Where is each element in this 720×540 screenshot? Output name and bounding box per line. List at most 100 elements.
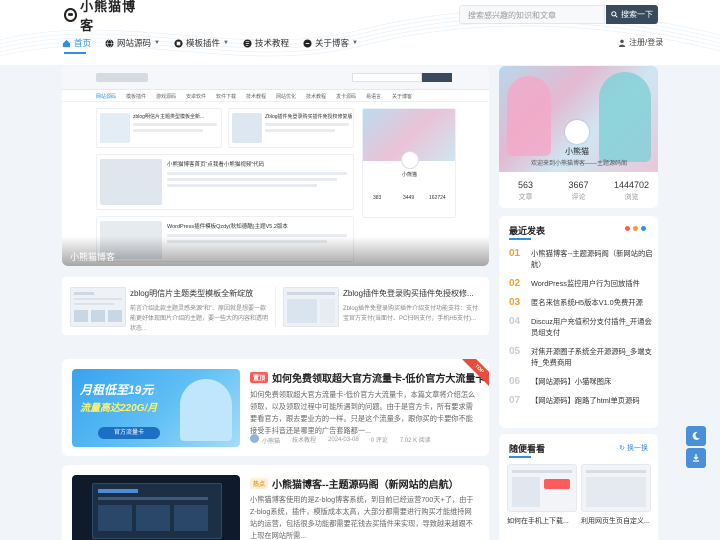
mini-card-title: zblog明信片主题类型模板全新绽放: [130, 289, 254, 298]
post-category[interactable]: 技术教程: [292, 435, 316, 444]
nav-item-about[interactable]: 关于博客 ▼: [303, 36, 358, 50]
random-thumbnail[interactable]: [507, 464, 577, 512]
list-item-number: 07: [509, 395, 521, 406]
post-tag: 置顶: [250, 372, 269, 383]
random-caption[interactable]: 如何在手机上下载...: [507, 516, 579, 526]
slider-shot-line: [133, 123, 217, 126]
random-thumbnail[interactable]: [581, 464, 651, 512]
slider-shot-nav-item: 技术教程: [246, 94, 267, 100]
stat-posts: 563 文章: [499, 180, 552, 202]
list-item[interactable]: 02 WordPress监控用户行为回放插件: [509, 278, 654, 289]
post-comments: 0 评论: [370, 438, 388, 444]
nav-label: 技术教程: [254, 38, 289, 48]
slider-shot-nav-item: 技术教程: [306, 94, 327, 100]
thumbnail-text: 月租低至19元: [80, 383, 154, 397]
panda-icon: [64, 8, 78, 22]
nav-item-source[interactable]: 网站源码 ▼: [105, 36, 160, 50]
profile-stats: 563 文章 3667 评论 1444702 浏览: [499, 180, 658, 202]
nav-label: 模板插件: [185, 38, 220, 48]
refresh-button[interactable]: ↻ 换一换: [619, 443, 648, 453]
list-item[interactable]: 03 匿名来信系统H5版本V1.0免费开源: [509, 297, 654, 308]
widget-title-underline: [509, 238, 531, 240]
stat-value: 3667: [568, 180, 589, 190]
featured-slider[interactable]: 网站源码 模板插件 游戏源码 安卓软件 软件下载 技术教程 网站优化 技术教程 …: [62, 66, 489, 266]
list-item[interactable]: 04 Discuz用户充值积分支付插件_开通会员组支付: [509, 316, 654, 338]
login-link[interactable]: 注册/登录: [618, 37, 663, 48]
post-meta: 小熊猫 技术教程 2024-03-08 0 评论 7.02 K 阅读: [250, 434, 431, 445]
list-item[interactable]: 01 小熊猫博客--主题源码阁（新网站的启航）: [509, 248, 654, 270]
list-item-number: 01: [509, 248, 521, 259]
list-item-title: 【网站源码】跑路了html单页源码: [531, 396, 640, 405]
author-profile-card: 小熊猫 欢迎来到小熊猫博客——主题源码阁 563 文章 3667 评论 1444…: [499, 66, 658, 208]
stat-comments: 3667 评论: [552, 180, 605, 202]
slider-shot-nav-item: 易语言: [366, 94, 382, 100]
nav-active-indicator: [64, 52, 86, 54]
list-item[interactable]: 07 【网站源码】跑路了html单页源码: [509, 395, 654, 406]
list-item-title: Discuz用户充值积分支付插件_开通会员组支付: [531, 317, 652, 337]
chevron-down-icon: ▼: [351, 40, 358, 46]
slider-shot-header: [62, 66, 489, 90]
post-thumbnail: [72, 475, 240, 540]
list-item-number: 03: [509, 297, 521, 308]
list-item[interactable]: 05 对焦开源圈子系统全开源源码_多端支持_免费商用: [509, 346, 654, 368]
post-title[interactable]: 热点 小熊猫博客--主题源码阁（新网站的启航）: [250, 476, 459, 491]
profile-name[interactable]: 小熊猫: [565, 146, 589, 157]
slider-shot-search-button: [422, 73, 452, 82]
info-icon: [303, 38, 312, 48]
recent-posts-widget: 最近发表 01 小熊猫博客--主题源码阁（新网站的启航） 02 WordPres…: [499, 216, 658, 428]
refresh-label: 换一换: [627, 445, 648, 452]
nav-item-home[interactable]: 首页: [62, 36, 91, 50]
random-caption[interactable]: 利用网页生页自定义...: [581, 516, 653, 526]
slider-shot-nav-item: 关于博客: [392, 94, 413, 100]
widget-title: 最近发表: [509, 226, 546, 236]
recent-list: 01 小熊猫博客--主题源码阁（新网站的启航） 02 WordPress监控用户…: [509, 248, 654, 414]
nav-item-tutorials[interactable]: 技术教程: [243, 36, 289, 50]
slider-shot-line: [167, 178, 337, 181]
slider-shot-nav-item: 游戏源码: [156, 94, 177, 100]
mini-card-thumbnail: [70, 287, 126, 327]
stat-views: 1444702 浏览: [605, 180, 658, 202]
dark-mode-button[interactable]: [686, 426, 706, 446]
stat-value: 563: [517, 180, 534, 190]
user-icon: [618, 39, 626, 47]
avatar[interactable]: [565, 120, 589, 144]
slider-shot-line: [167, 172, 347, 175]
widget-dots: [625, 226, 646, 231]
slider-shot-profile-name: 小熊猫: [402, 172, 418, 178]
dot-icon: [625, 226, 630, 231]
nav-item-templates[interactable]: 模板插件 ▼: [174, 36, 229, 50]
slider-shot-card-title: zblog明信片主题类型模板全新...: [133, 114, 205, 120]
home-icon: [62, 39, 71, 47]
mini-card[interactable]: Zblog插件免登录购买插件免授权修... Zblog插件免登录购买插件介绍支付…: [275, 277, 488, 335]
search-button[interactable]: 搜索一下: [606, 5, 658, 24]
post-date: 2024-03-08: [328, 436, 359, 443]
list-item-number: 02: [509, 278, 521, 289]
slider-shot-thumb: [100, 159, 162, 205]
chevron-down-icon: ▼: [223, 40, 229, 46]
post-card[interactable]: 热点 小熊猫博客--主题源码阁（新网站的启航） 小熊猫博客使用的是Z-blog博客…: [62, 465, 489, 540]
widget-title-underline: [509, 456, 531, 458]
post-title[interactable]: 置顶 如何免费领取超大官方流量卡-低价官方大流量卡: [250, 370, 485, 385]
list-item-number: 04: [509, 316, 521, 327]
mini-card[interactable]: zblog明信片主题类型模板全新绽放 前言介绍此款主题灵感来源“和”、原因就是想…: [62, 277, 275, 335]
site-logo[interactable]: 小熊猫博客: [64, 0, 144, 34]
slider-shot-line: [167, 184, 317, 187]
random-posts-widget: 随便看看 ↻ 换一换 如何在手机上下载... 利用网页生页自定义...: [499, 434, 658, 540]
header: 小熊猫博客 搜索感兴趣的知识和文章 搜索一下 首页 网站源码 ▼ 模板插件 ▼ …: [0, 0, 720, 65]
post-card[interactable]: 月租低至19元 流量高达220G/月 官方流量卡 置顶 如何免费领取超大官方流量卡…: [62, 359, 489, 456]
slider-shot-card: Zblog插件免登录购买插件免授权修复版: [228, 108, 354, 148]
slider-shot-stat: 383: [373, 195, 382, 201]
thumbnail-illustration: [180, 379, 232, 441]
search-input[interactable]: 搜索感兴趣的知识和文章: [459, 5, 605, 24]
post-author[interactable]: 小熊猫: [250, 434, 280, 445]
logo-text: 小熊猫博客: [80, 0, 137, 34]
slider-shot-stat: 3449: [403, 195, 415, 201]
list-item[interactable]: 06 【网站源码】小猫咪图床: [509, 376, 654, 387]
thumbnail-badge: 官方流量卡: [98, 427, 160, 439]
list-item-number: 06: [509, 376, 521, 387]
dot-icon: [641, 226, 646, 231]
post-excerpt: 小熊猫博客使用的是Z-blog博客系统，到目前已经运营700天+了，由于Z-bl…: [250, 495, 474, 540]
slider-shot-nav-item: 安卓软件: [186, 94, 207, 100]
download-button[interactable]: [686, 448, 706, 468]
slider-shot-line: [265, 129, 335, 132]
